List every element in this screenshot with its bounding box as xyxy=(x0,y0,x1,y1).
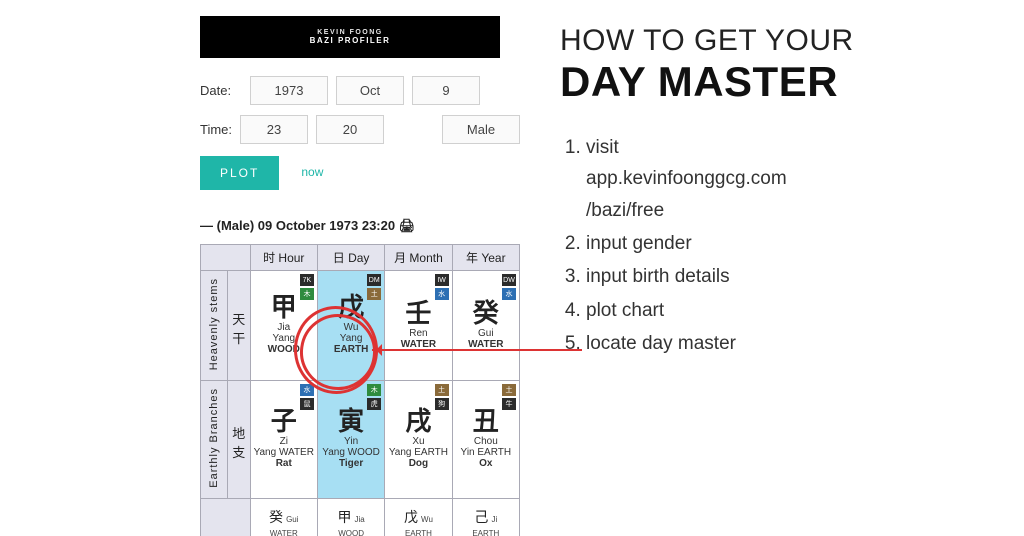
hs-day-daymaster: DM土 戊WuYangEARTH xyxy=(317,271,384,381)
step-4: plot chart xyxy=(586,295,994,326)
sub-month: 戊 WuEARTH F比肩 xyxy=(385,499,452,536)
sub-day: 甲 JiaWOOD 7K七杀 xyxy=(317,499,384,536)
steps-list: visit app.kevinfoonggcg.com /bazi/free i… xyxy=(560,132,994,359)
eb-month: 土狗 戌XuYang EARTHDog xyxy=(385,381,452,499)
year-input[interactable] xyxy=(250,76,328,105)
eb-year: 土牛 丑ChouYin EARTHOx xyxy=(452,381,519,499)
col-hour: 时 Hour xyxy=(250,245,317,271)
app-header: KEVIN FOONG BAZI PROFILER xyxy=(200,16,500,58)
month-input[interactable] xyxy=(336,76,404,105)
bazi-chart: 时 Hour 日 Day 月 Month 年 Year Heavenly ste… xyxy=(200,244,520,536)
step-5: locate day master xyxy=(586,328,994,359)
now-link[interactable]: now xyxy=(301,165,323,179)
page-title-line1: HOW TO GET YOUR xyxy=(560,24,994,58)
date-label: Date: xyxy=(200,83,242,98)
row-earthly-branches: Earthly Branches xyxy=(201,381,228,499)
hs-year: DW水 癸GuiWATER xyxy=(452,271,519,381)
sub-hour: 癸 GuiWATER DW正財 xyxy=(250,499,317,536)
page-title-line2: DAY MASTER xyxy=(560,58,994,106)
col-month: 月 Month xyxy=(385,245,452,271)
hour-input[interactable] xyxy=(240,115,308,144)
row-heavenly-stems: Heavenly stems xyxy=(201,271,228,381)
minute-input[interactable] xyxy=(316,115,384,144)
time-label: Time: xyxy=(200,122,232,137)
hs-month: IW水 壬RenWATER xyxy=(385,271,452,381)
plot-button[interactable]: PLOT xyxy=(200,156,279,190)
step-2: input gender xyxy=(586,228,994,259)
hs-hour: 7K木 甲JiaYangWOOD xyxy=(250,271,317,381)
step-3: input birth details xyxy=(586,261,994,292)
brand-line2: BAZI PROFILER xyxy=(310,36,391,45)
day-input[interactable] xyxy=(412,76,480,105)
step-1: visit app.kevinfoonggcg.com /bazi/free xyxy=(586,132,994,226)
eb-hour: 水鼠 子ZiYang WATERRat xyxy=(250,381,317,499)
eb-day: 木虎 寅YinYang WOODTiger xyxy=(317,381,384,499)
col-year: 年 Year xyxy=(452,245,519,271)
plot-summary: — (Male) 09 October 1973 23:20 🖨 xyxy=(200,218,520,234)
input-form: Date: Time: PLOT now xyxy=(200,76,520,190)
gender-select[interactable] xyxy=(442,115,520,144)
brand-line1: KEVIN FOONG xyxy=(317,29,383,36)
col-day: 日 Day xyxy=(317,245,384,271)
sub-year: 己 JiEARTH RW劫财 xyxy=(452,499,519,536)
